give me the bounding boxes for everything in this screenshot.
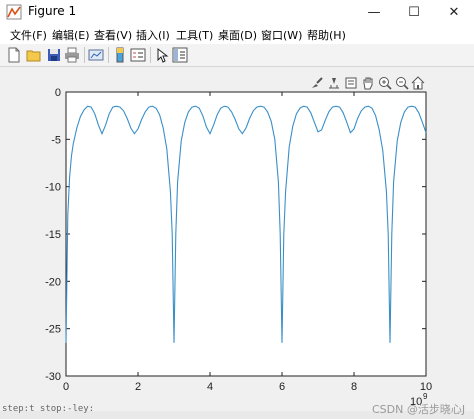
pan-icon[interactable] <box>361 76 375 90</box>
menu-view[interactable]: 查看(V) <box>94 27 132 43</box>
title-bar[interactable]: Figure 1 — ☐ ✕ <box>0 0 474 24</box>
maximize-button[interactable]: ☐ <box>394 0 434 24</box>
menu-insert[interactable]: 插入(I) <box>136 27 170 43</box>
insert-legend-icon[interactable] <box>130 47 146 63</box>
figure-canvas <box>4 67 466 419</box>
data-tips-icon[interactable] <box>327 76 341 90</box>
open-file-icon[interactable] <box>26 47 42 63</box>
close-button[interactable]: ✕ <box>434 0 474 24</box>
menu-file[interactable]: 文件(F) <box>10 27 47 43</box>
matlab-figure-icon <box>6 4 22 20</box>
restore-view-icon[interactable] <box>344 76 358 90</box>
zoom-out-icon[interactable] <box>395 76 409 90</box>
figure-toolbar <box>0 44 474 67</box>
command-window-text: step:t stop:-ley: <box>2 404 95 414</box>
zoom-in-icon[interactable] <box>378 76 392 90</box>
window-title: Figure 1 <box>28 4 77 18</box>
menu-desktop[interactable]: 桌面(D) <box>218 27 257 43</box>
toolbar-separator <box>150 47 151 63</box>
menu-help[interactable]: 帮助(H) <box>307 27 346 43</box>
link-plot-icon[interactable] <box>88 47 104 63</box>
menu-window[interactable]: 窗口(W) <box>261 27 302 43</box>
toolbar-separator <box>108 47 109 63</box>
menu-edit[interactable]: 编辑(E) <box>52 27 90 43</box>
brush-icon[interactable] <box>310 76 324 90</box>
menu-bar: 文件(F) 编辑(E) 查看(V) 插入(I) 工具(T) 桌面(D) 窗口(W… <box>0 24 474 44</box>
new-figure-icon[interactable] <box>6 47 22 63</box>
save-icon[interactable] <box>46 47 62 63</box>
minimize-button[interactable]: — <box>354 0 394 24</box>
insert-colorbar-icon[interactable] <box>112 47 128 63</box>
home-icon[interactable] <box>411 76 425 90</box>
property-inspector-icon[interactable] <box>172 47 188 63</box>
print-icon[interactable] <box>64 47 80 63</box>
watermark: CSDN @活步晓心J <box>372 403 466 416</box>
figure-window: Figure 1 — ☐ ✕ 文件(F) 编辑(E) 查看(V) 插入(I) 工… <box>0 0 474 419</box>
edit-plot-icon[interactable] <box>154 47 170 63</box>
menu-tools[interactable]: 工具(T) <box>176 27 213 43</box>
toolbar-separator <box>84 47 85 63</box>
